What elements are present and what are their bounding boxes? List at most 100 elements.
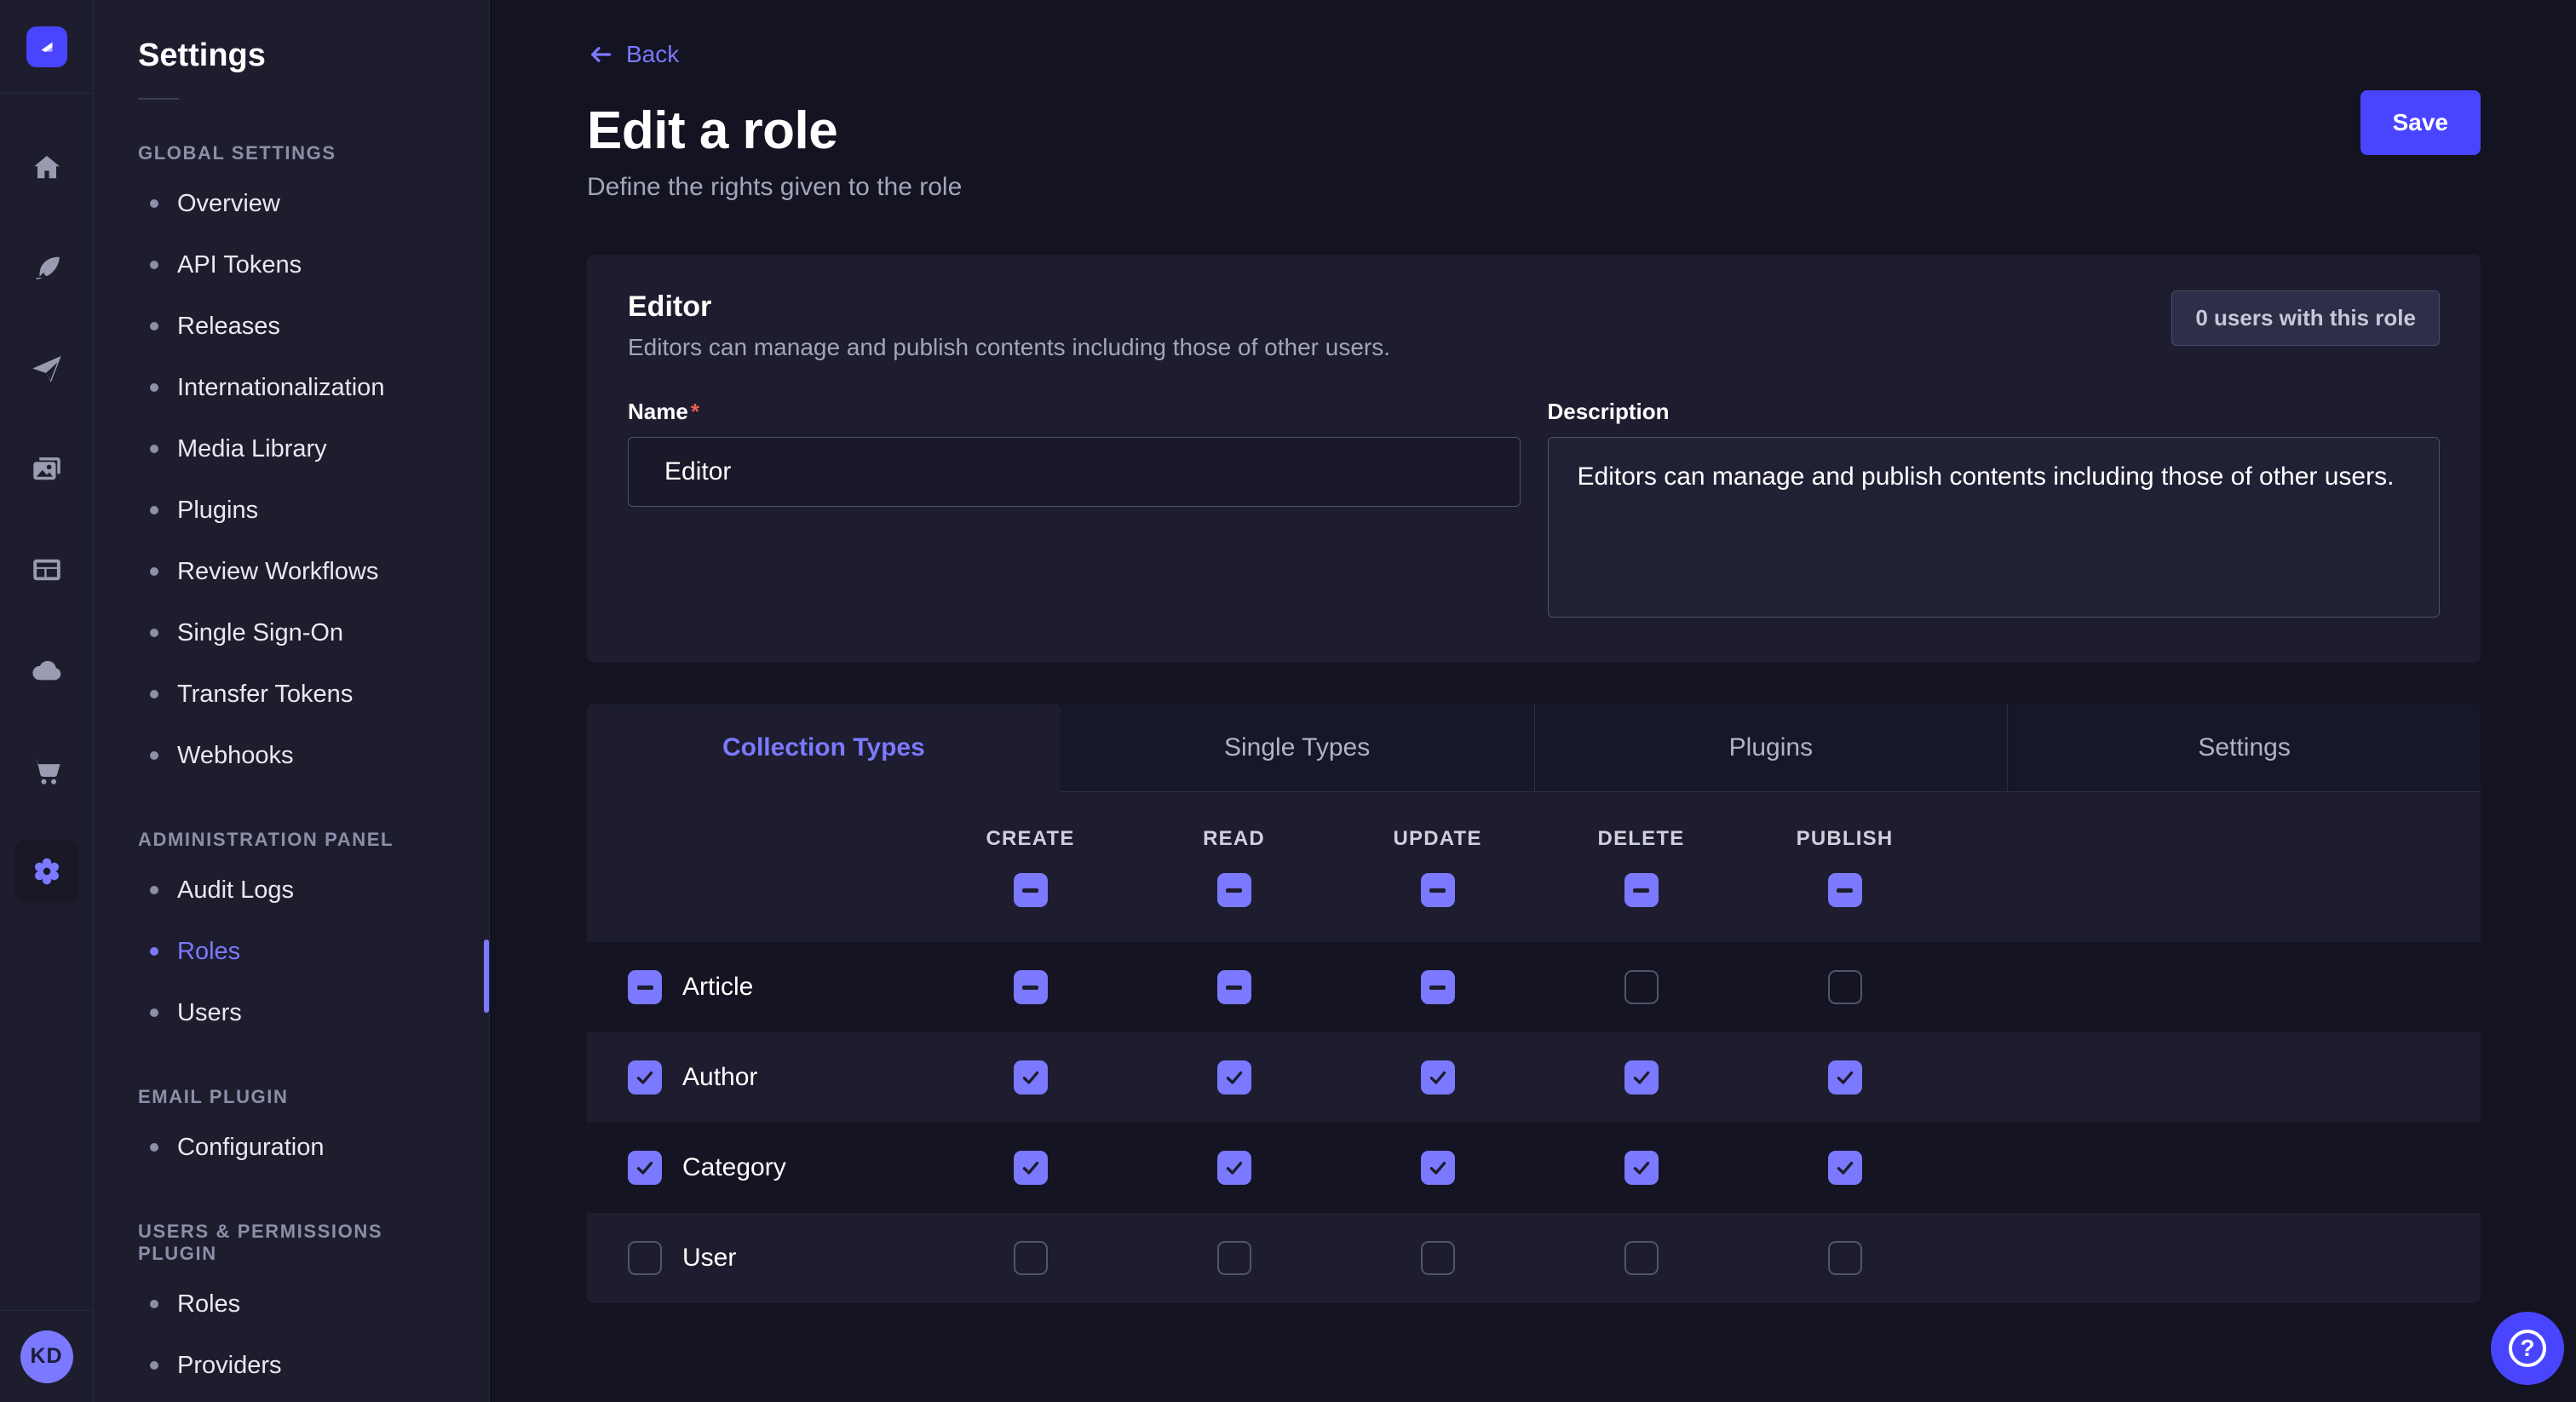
sidebar-item-api-tokens[interactable]: API Tokens (138, 234, 463, 296)
indeterminate-dash-icon (1022, 985, 1038, 990)
author-update-checkbox[interactable] (1421, 1060, 1455, 1095)
page-subtitle: Define the rights given to the role (587, 173, 2481, 202)
check-icon (1630, 1157, 1653, 1179)
sidebar-item-review-workflows[interactable]: Review Workflows (138, 541, 463, 602)
sidebar-item-label: Configuration (177, 1134, 325, 1162)
select-all-publish-checkbox[interactable] (1828, 873, 1862, 907)
sidebar-item-label: Review Workflows (177, 558, 378, 586)
permission-column-update: Update (1336, 827, 1539, 907)
select-all-read-checkbox[interactable] (1217, 873, 1251, 907)
back-arrow-icon (587, 41, 614, 68)
content-type-label: User (682, 1244, 736, 1273)
sidebar-sections: GLOBAL SETTINGS Overview API Tokens Release… (138, 142, 463, 1396)
category-read-checkbox[interactable] (1217, 1151, 1251, 1185)
permission-column-read: Read (1132, 827, 1336, 907)
page-title: Edit a role (587, 101, 2481, 161)
role-name-input[interactable] (628, 437, 1521, 507)
feather-icon (29, 250, 65, 286)
sidebar-item-overview[interactable]: Overview (138, 173, 463, 234)
select-all-create-checkbox[interactable] (1014, 873, 1048, 907)
sidebar-item-users[interactable]: Users (138, 982, 463, 1043)
sidebar-item-roles[interactable]: Roles (138, 1273, 463, 1335)
sidebar-item-releases[interactable]: Releases (138, 296, 463, 357)
permission-column-label: Delete (1598, 827, 1685, 851)
rail-item-settings[interactable] (15, 840, 78, 903)
user-read-checkbox[interactable] (1217, 1241, 1251, 1275)
sidebar-item-configuration[interactable]: Configuration (138, 1117, 463, 1178)
sidebar-item-media-library[interactable]: Media Library (138, 418, 463, 480)
sidebar-item-providers[interactable]: Providers (138, 1335, 463, 1396)
rail-item-home[interactable] (15, 136, 78, 199)
author-create-checkbox[interactable] (1014, 1060, 1048, 1095)
article-row-checkbox[interactable] (628, 970, 662, 1004)
sidebar-item-label: Releases (177, 313, 280, 341)
sidebar-item-single-sign-on[interactable]: Single Sign-On (138, 602, 463, 664)
bullet-icon (150, 506, 158, 514)
category-row-checkbox[interactable] (628, 1151, 662, 1185)
sidebar-item-label: Transfer Tokens (177, 681, 353, 709)
article-update-checkbox[interactable] (1421, 970, 1455, 1004)
back-link[interactable]: Back (587, 41, 679, 68)
permission-cell (1336, 970, 1539, 1004)
sidebar-item-roles[interactable]: Roles (138, 921, 463, 982)
permissions-section: Collection TypesSingle TypesPluginsSetti… (587, 704, 2481, 1303)
author-read-checkbox[interactable] (1217, 1060, 1251, 1095)
article-publish-checkbox[interactable] (1828, 970, 1862, 1004)
select-all-delete-checkbox[interactable] (1624, 873, 1659, 907)
bullet-icon (150, 1361, 158, 1370)
sidebar-section-label: USERS & PERMISSIONS PLUGIN (138, 1221, 463, 1265)
role-description-textarea[interactable]: Editors can manage and publish contents … (1548, 437, 2441, 618)
check-icon (1834, 1157, 1856, 1179)
tab-plugins[interactable]: Plugins (1534, 704, 2008, 792)
category-create-checkbox[interactable] (1014, 1151, 1048, 1185)
sidebar-item-plugins[interactable]: Plugins (138, 480, 463, 541)
save-button[interactable]: Save (2360, 90, 2481, 155)
sidebar-item-audit-logs[interactable]: Audit Logs (138, 859, 463, 921)
rail-item-deploy[interactable] (15, 337, 78, 400)
sidebar-item-transfer-tokens[interactable]: Transfer Tokens (138, 664, 463, 725)
article-delete-checkbox[interactable] (1624, 970, 1659, 1004)
tab-single-types[interactable]: Single Types (1061, 704, 1534, 792)
rail-item-media-library[interactable] (15, 438, 78, 501)
category-publish-checkbox[interactable] (1828, 1151, 1862, 1185)
sidebar-item-webhooks[interactable]: Webhooks (138, 725, 463, 786)
check-icon (1427, 1066, 1449, 1089)
sidebar-scrollbar-thumb[interactable] (484, 939, 489, 1013)
permission-row-name-cell: Author (587, 1060, 929, 1095)
author-publish-checkbox[interactable] (1828, 1060, 1862, 1095)
rail-item-cloud[interactable] (15, 639, 78, 702)
user-delete-checkbox[interactable] (1624, 1241, 1659, 1275)
bullet-icon (150, 445, 158, 453)
author-delete-checkbox[interactable] (1624, 1060, 1659, 1095)
permission-cell (1743, 1060, 1946, 1095)
tab-settings[interactable]: Settings (2007, 704, 2481, 792)
sidebar-item-label: Providers (177, 1352, 282, 1380)
bullet-icon (150, 690, 158, 698)
sidebar-item-internationalization[interactable]: Internationalization (138, 357, 463, 418)
user-row-checkbox[interactable] (628, 1241, 662, 1275)
article-create-checkbox[interactable] (1014, 970, 1048, 1004)
select-all-update-checkbox[interactable] (1421, 873, 1455, 907)
permission-cell (929, 1241, 1132, 1275)
indeterminate-dash-icon (1226, 888, 1242, 893)
permission-cell (1132, 970, 1336, 1004)
user-update-checkbox[interactable] (1421, 1241, 1455, 1275)
tab-collection-types[interactable]: Collection Types (587, 704, 1061, 792)
help-button[interactable]: ? (2491, 1312, 2564, 1385)
user-create-checkbox[interactable] (1014, 1241, 1048, 1275)
sidebar-section-label: GLOBAL SETTINGS (138, 142, 463, 164)
sidebar-item-label: API Tokens (177, 251, 302, 279)
category-update-checkbox[interactable] (1421, 1151, 1455, 1185)
author-row-checkbox[interactable] (628, 1060, 662, 1095)
user-avatar[interactable]: KD (20, 1330, 73, 1383)
rail-item-content-type-builder[interactable] (15, 237, 78, 300)
rail-item-marketplace[interactable] (15, 739, 78, 802)
rail-item-content-manager[interactable] (15, 538, 78, 601)
permission-column-create: Create (929, 827, 1132, 907)
category-delete-checkbox[interactable] (1624, 1151, 1659, 1185)
indeterminate-dash-icon (1429, 888, 1446, 893)
sidebar-section-email-plugin: EMAIL PLUGINConfiguration (138, 1086, 463, 1178)
user-publish-checkbox[interactable] (1828, 1241, 1862, 1275)
strapi-logo[interactable] (26, 26, 67, 67)
article-read-checkbox[interactable] (1217, 970, 1251, 1004)
